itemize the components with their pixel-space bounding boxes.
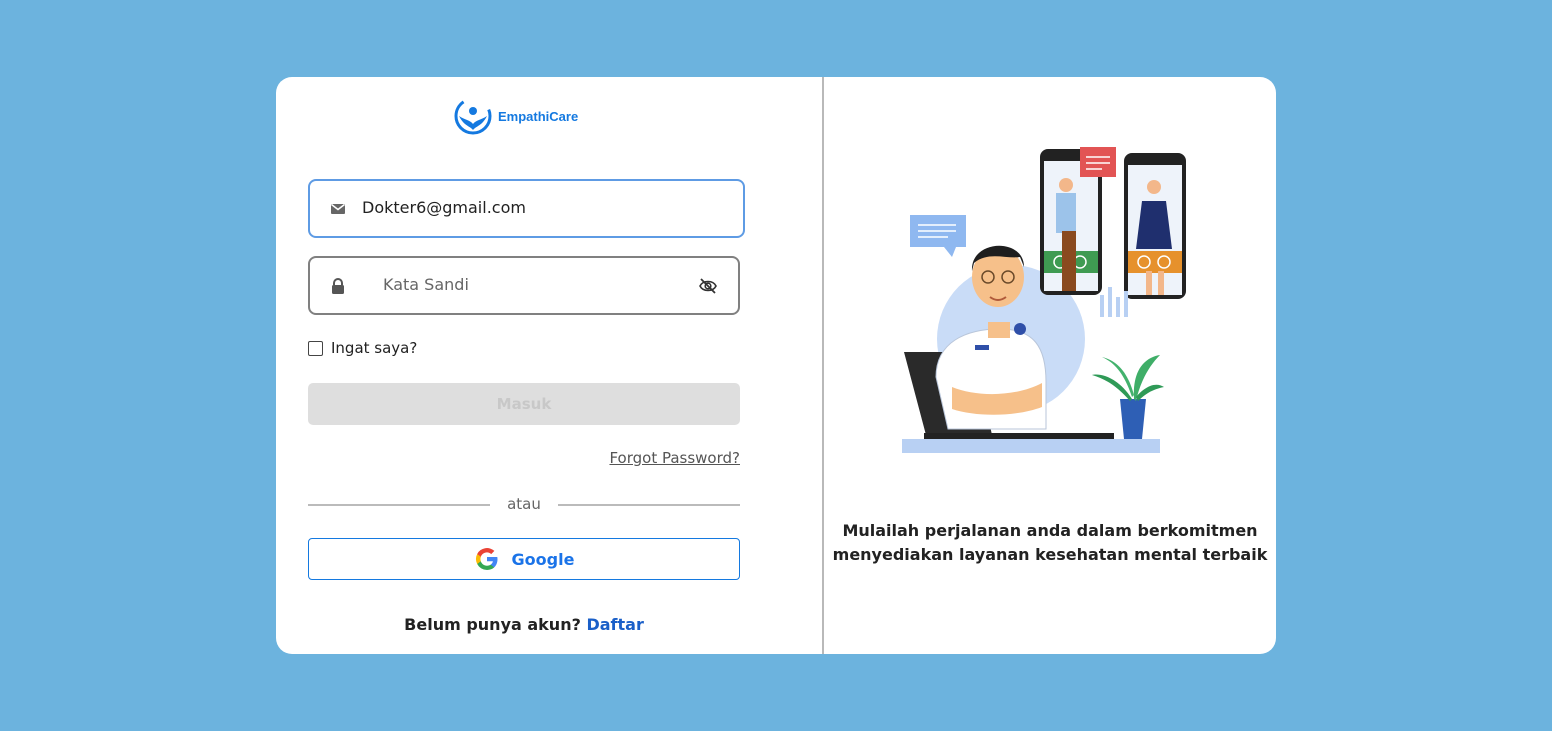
brand-name: EmpathiCare: [498, 108, 579, 124]
google-login-button[interactable]: Google: [308, 538, 740, 580]
empathicare-logo-icon: [454, 97, 492, 135]
separator-line-right: [558, 504, 740, 506]
mail-icon: [331, 203, 345, 214]
tagline-line-1: Mulailah perjalanan anda dalam berkomitm…: [842, 521, 1258, 540]
login-button[interactable]: Masuk: [308, 383, 740, 425]
panel-divider: [822, 77, 824, 654]
or-separator: atau: [308, 495, 740, 515]
password-placeholder: Kata Sandi: [383, 275, 469, 294]
separator-text: atau: [507, 495, 541, 513]
remember-me[interactable]: Ingat saya?: [308, 339, 417, 357]
lock-icon: [332, 278, 344, 294]
signup-link[interactable]: Daftar: [586, 615, 643, 634]
remember-label: Ingat saya?: [331, 339, 418, 357]
email-value: Dokter6@gmail.com: [362, 198, 526, 217]
email-field[interactable]: Dokter6@gmail.com: [308, 179, 745, 238]
forgot-password-link[interactable]: Forgot Password?: [609, 449, 740, 467]
google-label: Google: [511, 549, 575, 569]
password-field[interactable]: Kata Sandi: [308, 256, 740, 315]
doctor-telehealth-illustration: [902, 147, 1186, 453]
signup-row: Belum punya akun? Daftar: [308, 615, 740, 634]
promo-tagline: Mulailah perjalanan anda dalam berkomitm…: [824, 519, 1276, 567]
eye-off-icon[interactable]: [698, 277, 718, 295]
tagline-line-2: menyediakan layanan kesehatan mental ter…: [832, 545, 1268, 564]
remember-checkbox[interactable]: [308, 340, 323, 356]
google-icon: [475, 548, 498, 570]
signup-prompt: Belum punya akun?: [404, 615, 581, 634]
separator-line-left: [308, 504, 490, 506]
brand-logo: EmpathiCare: [454, 96, 578, 136]
login-card: EmpathiCare Dokter6@gmail.com Kata Sandi…: [276, 77, 1276, 654]
